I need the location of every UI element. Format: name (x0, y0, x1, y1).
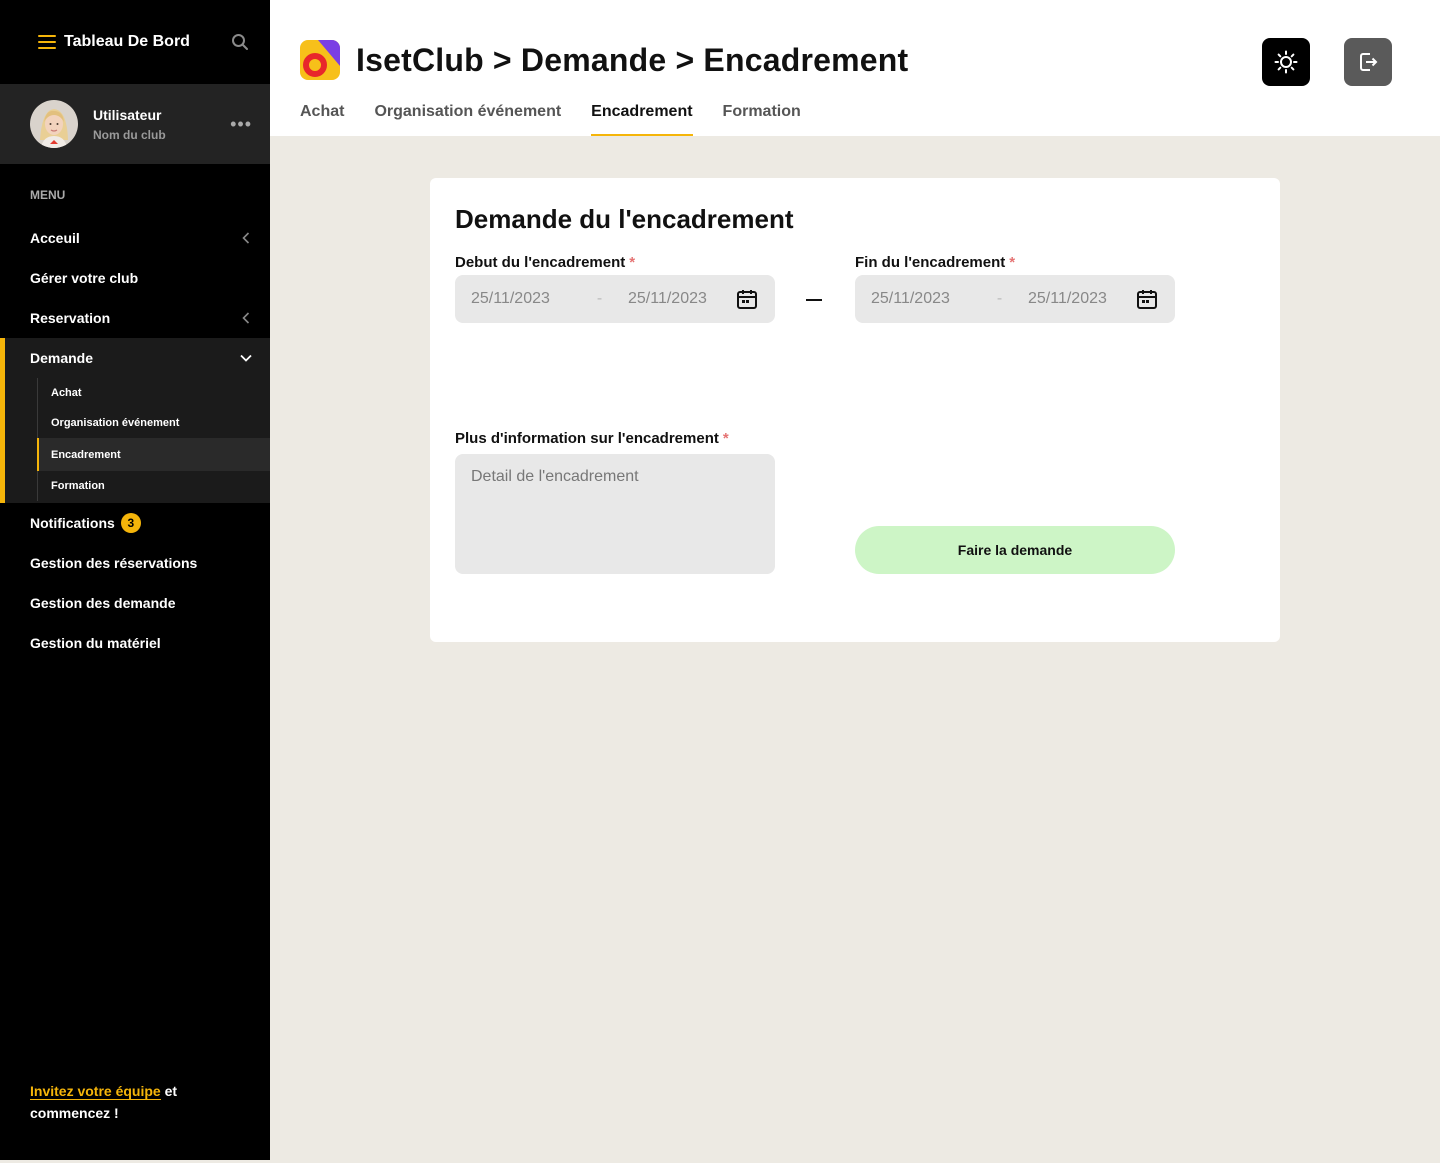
sidebar-item-label: Gestion du matériel (30, 635, 161, 651)
form-title: Demande du l'encadrement (455, 204, 794, 234)
tab-formation[interactable]: Formation (723, 103, 801, 136)
fin-date-range-picker[interactable]: 25/11/2023 - 25/11/2023 (855, 275, 1175, 323)
sidebar-item-label: Reservation (30, 310, 111, 326)
sidebar-item-gerer-club[interactable]: Gérer votre club (0, 258, 270, 298)
info-placeholder: Detail de l'encadrement (471, 468, 639, 485)
user-name: Utilisateur (93, 106, 162, 123)
required-mark: * (1009, 254, 1016, 271)
tab-achat[interactable]: Achat (300, 103, 344, 136)
range-dash-divider (806, 299, 822, 301)
fin-end-date[interactable]: 25/11/2023 (1028, 290, 1134, 308)
info-textarea[interactable]: Detail de l'encadrement (455, 454, 775, 574)
debut-end-date[interactable]: 25/11/2023 (628, 290, 734, 308)
logout-button[interactable] (1344, 38, 1392, 86)
sidebar-subitem-achat[interactable]: Achat (37, 378, 270, 408)
theme-toggle-button[interactable] (1262, 38, 1310, 86)
user-club: Nom du club (93, 127, 166, 142)
sidebar-item-gestion-materiel[interactable]: Gestion du matériel (0, 623, 270, 663)
sidebar-brand: Tableau De Bord (38, 33, 190, 51)
sidebar-item-gestion-reservations[interactable]: Gestion des réservations (0, 543, 270, 583)
fin-start-date[interactable]: 25/11/2023 (871, 290, 971, 308)
submit-request-button[interactable]: Faire la demande (855, 526, 1175, 574)
fin-label-text: Fin du l'encadrement (855, 254, 1006, 271)
avatar (30, 100, 78, 148)
request-form-card: Demande du l'encadrement Debut du l'enca… (430, 178, 1280, 642)
info-label: Plus d'information sur l'encadrement * (455, 430, 729, 447)
sidebar-header: Tableau De Bord (0, 0, 270, 84)
invite-team-text: Invitez votre équipe et commencez ! (30, 1080, 250, 1124)
sidebar-item-demande[interactable]: Demande (5, 338, 270, 378)
search-icon[interactable] (230, 32, 250, 52)
more-options-icon[interactable]: ••• (230, 115, 252, 133)
user-profile[interactable]: Utilisateur Nom du club ••• (0, 84, 270, 164)
notification-count-badge: 3 (120, 513, 141, 533)
sidebar-item-label: Gestion des demande (30, 595, 176, 611)
sidebar-item-label: Gérer votre club (30, 270, 139, 286)
chevron-left-icon (240, 312, 252, 324)
calendar-icon[interactable] (1135, 287, 1159, 311)
range-separator: - (996, 290, 1003, 307)
sidebar-item-label: Gestion des réservations (30, 555, 198, 571)
chevron-left-icon (240, 232, 252, 244)
sidebar-brand-label: Tableau De Bord (64, 33, 190, 50)
debut-date-range-picker[interactable]: 25/11/2023 - 25/11/2023 (455, 275, 775, 323)
sidebar-item-label: Notifications (30, 515, 115, 531)
hamburger-menu-icon[interactable] (38, 35, 56, 49)
sidebar-group-demande: Demande Achat Organisation événement Enc… (0, 338, 270, 503)
sidebar-item-gestion-demande[interactable]: Gestion des demande (0, 583, 270, 623)
page-title: IsetClub > Demande > Encadrement (356, 41, 909, 78)
sidebar-item-acceuil[interactable]: Acceuil (0, 218, 270, 258)
menu-section-label: MENU (30, 188, 66, 202)
sidebar: Tableau De Bord Utilisateur Nom du club … (0, 0, 270, 1160)
sidebar-subitem-encadrement[interactable]: Encadrement (37, 438, 270, 471)
tab-organisation-evenement[interactable]: Organisation événement (374, 103, 561, 136)
tab-bar: Achat Organisation événement Encadrement… (300, 103, 801, 136)
calendar-icon[interactable] (735, 287, 759, 311)
sidebar-item-label: Acceuil (30, 230, 80, 246)
app-logo (300, 40, 340, 80)
sidebar-item-notifications[interactable]: Notifications 3 (0, 503, 270, 543)
top-header: IsetClub > Demande > Encadrement Achat O… (270, 0, 1440, 136)
fin-label: Fin du l'encadrement * (855, 254, 1015, 271)
invite-team-link[interactable]: Invitez votre équipe (30, 1083, 161, 1100)
required-mark: * (722, 430, 729, 447)
user-info: Utilisateur Nom du club (93, 107, 230, 142)
sidebar-item-reservation[interactable]: Reservation (0, 298, 270, 338)
chevron-down-icon (240, 352, 252, 364)
debut-start-date[interactable]: 25/11/2023 (471, 290, 571, 308)
sun-icon (1274, 50, 1298, 74)
info-label-text: Plus d'information sur l'encadrement (455, 430, 719, 447)
range-separator: - (596, 290, 603, 307)
sidebar-subitem-formation[interactable]: Formation (37, 471, 270, 501)
logout-icon (1360, 53, 1378, 71)
debut-label-text: Debut du l'encadrement (455, 254, 626, 271)
required-mark: * (629, 254, 636, 271)
title-row: IsetClub > Demande > Encadrement (300, 40, 908, 80)
sidebar-submenu-demande: Achat Organisation événement Encadrement… (5, 378, 270, 503)
tab-encadrement[interactable]: Encadrement (591, 103, 693, 136)
sidebar-item-label: Demande (30, 350, 94, 366)
debut-label: Debut du l'encadrement * (455, 254, 635, 271)
sidebar-subitem-organisation[interactable]: Organisation événement (37, 408, 270, 438)
sidebar-nav: Acceuil Gérer votre club Reservation Dem… (0, 218, 270, 663)
